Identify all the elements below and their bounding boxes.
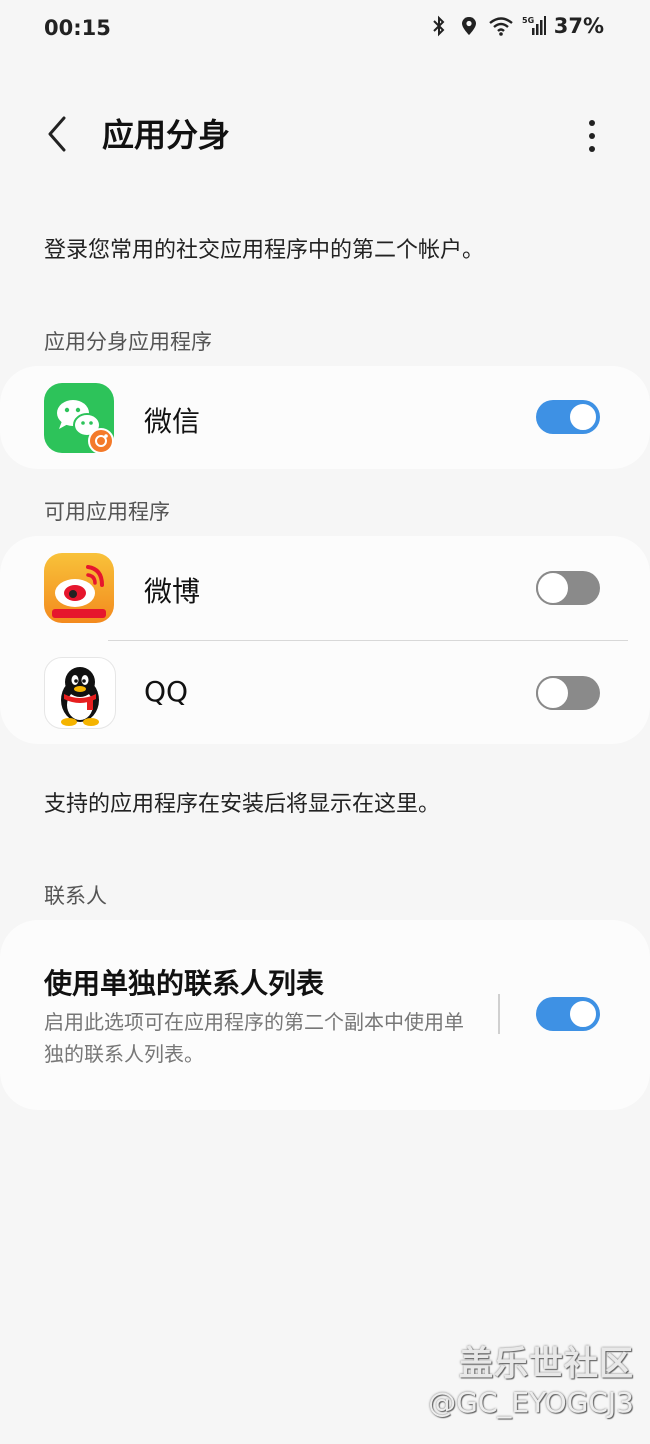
bluetooth-icon [433, 15, 445, 37]
page-title: 应用分身 [102, 116, 231, 154]
app-name-qq: QQ [144, 675, 189, 708]
wechat-clone-toggle[interactable] [536, 400, 600, 434]
app-name-weibo: 微博 [144, 575, 201, 608]
location-icon [461, 17, 476, 35]
supported-apps-note: 支持的应用程序在安装后将显示在这里。 [44, 792, 441, 817]
list-item-weibo[interactable]: 微博 [0, 536, 650, 640]
toggle-knob [568, 402, 598, 432]
qq-clone-toggle[interactable] [536, 676, 600, 710]
separate-contacts-description: 启用此选项可在应用程序的第二个副本中使用单独的联系人列表。 [44, 1010, 464, 1066]
status-time: 00:15 [44, 16, 111, 40]
list-item-qq[interactable]: QQ [0, 641, 650, 744]
wifi-icon [488, 17, 513, 36]
toggle-knob [536, 571, 570, 605]
watermark-community: 盖乐世社区 [459, 1344, 634, 1384]
vertical-separator [498, 994, 500, 1034]
battery-level: 37% [553, 14, 604, 38]
app-bar: 应用分身 [0, 96, 650, 176]
section-label-available: 可用应用程序 [44, 500, 170, 524]
toggle-knob [568, 999, 598, 1029]
back-button[interactable] [38, 112, 78, 156]
weibo-icon [44, 553, 114, 623]
section-label-contacts: 联系人 [44, 884, 107, 908]
more-vertical-icon [589, 120, 595, 152]
chevron-left-icon [48, 116, 66, 152]
signal-icon: 5G [522, 16, 546, 35]
list-item-wechat[interactable]: 微信 [0, 366, 650, 469]
separate-contacts-toggle[interactable] [536, 997, 600, 1031]
section-label-cloned: 应用分身应用程序 [44, 330, 212, 354]
status-bar: 00:15 5G 37% [0, 0, 650, 58]
weibo-clone-toggle[interactable] [536, 571, 600, 605]
cloned-apps-card: 微信 [0, 366, 650, 469]
available-apps-card: 微博 QQ [0, 536, 650, 744]
watermark-user: @GC_EYOGCJ3 [428, 1386, 634, 1419]
toggle-knob [536, 676, 570, 710]
separate-contacts-title: 使用单独的联系人列表 [44, 967, 325, 1000]
app-name-wechat: 微信 [144, 405, 201, 438]
status-icons: 5G 37% [428, 14, 604, 38]
more-options-button[interactable] [574, 112, 610, 156]
intro-text: 登录您常用的社交应用程序中的第二个帐户。 [44, 238, 485, 263]
signal-label: 5G [522, 16, 534, 25]
wechat-icon [44, 383, 114, 454]
qq-icon [44, 657, 116, 729]
